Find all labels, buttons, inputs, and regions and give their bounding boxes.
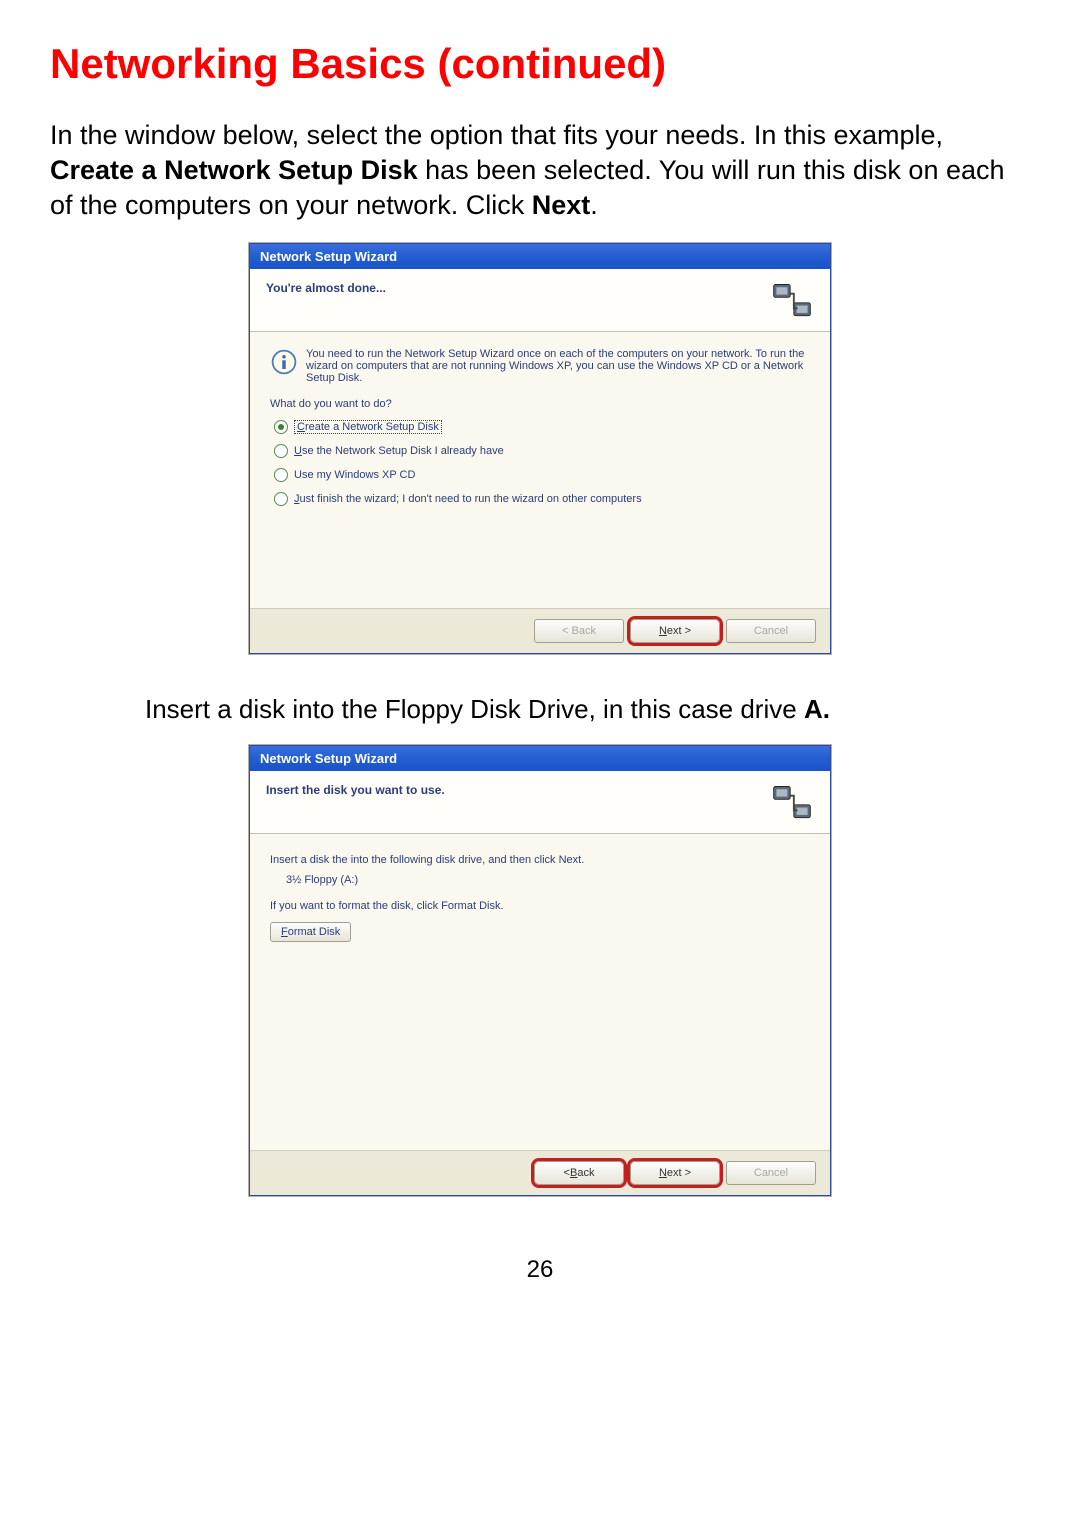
- network-icon: [770, 279, 814, 323]
- radio-label: Use my Windows XP CD: [294, 469, 415, 481]
- intro-bold-1: Create a Network Setup Disk: [50, 155, 418, 185]
- format-disk-button[interactable]: Format Disk: [270, 922, 351, 942]
- cancel-button: Cancel: [726, 619, 816, 643]
- radio-indicator: [274, 444, 288, 458]
- wizard1-header-pane: You're almost done...: [250, 269, 830, 332]
- wizard2-line2: If you want to format the disk, click Fo…: [270, 900, 810, 912]
- next-button[interactable]: Next >: [630, 619, 720, 643]
- wizard1-info-text: You need to run the Network Setup Wizard…: [306, 348, 810, 384]
- radio-option-create-disk[interactable]: Create a Network Setup Disk: [274, 420, 810, 434]
- wizard2-titlebar: Network Setup Wizard: [250, 746, 830, 771]
- wizard-window-1: Network Setup Wizard You're almost done.…: [249, 243, 831, 654]
- wizard-window-2: Network Setup Wizard Insert the disk you…: [249, 745, 831, 1196]
- wizard1-prompt: What do you want to do?: [270, 398, 810, 410]
- radio-label: Just finish the wizard; I don't need to …: [294, 493, 642, 505]
- page-title: Networking Basics (continued): [50, 40, 1030, 88]
- wizard2-header-text: Insert the disk you want to use.: [266, 781, 445, 797]
- wizard2-header-pane: Insert the disk you want to use.: [250, 771, 830, 834]
- info-icon: [270, 348, 298, 376]
- cancel-button: Cancel: [726, 1161, 816, 1185]
- wizard1-header-text: You're almost done...: [266, 279, 386, 295]
- page-number: 26: [50, 1256, 1030, 1284]
- intro-text-end: .: [590, 190, 598, 220]
- radio-label: Create a Network Setup Disk: [294, 420, 442, 434]
- wizard2-body: Insert a disk the into the following dis…: [250, 834, 830, 1150]
- drive-item: 3½ Floppy (A:): [286, 874, 810, 886]
- next-button[interactable]: Next >: [630, 1161, 720, 1185]
- mid-text-bold: A.: [804, 694, 830, 724]
- wizard1-body: You need to run the Network Setup Wizard…: [250, 332, 830, 608]
- wizard1-titlebar: Network Setup Wizard: [250, 244, 830, 269]
- radio-label: Use the Network Setup Disk I already hav…: [294, 445, 504, 457]
- intro-bold-2: Next: [532, 190, 591, 220]
- wizard1-button-row: < Back Next > Cancel: [250, 608, 830, 653]
- network-icon: [770, 781, 814, 825]
- intro-text-pre: In the window below, select the option t…: [50, 120, 943, 150]
- radio-option-use-xp-cd[interactable]: Use my Windows XP CD: [274, 468, 810, 482]
- radio-option-use-existing-disk[interactable]: Use the Network Setup Disk I already hav…: [274, 444, 810, 458]
- wizard2-button-row: < Back Next > Cancel: [250, 1150, 830, 1195]
- radio-indicator: [274, 468, 288, 482]
- radio-indicator: [274, 420, 288, 434]
- mid-text-pre: Insert a disk into the Floppy Disk Drive…: [145, 694, 804, 724]
- wizard2-line1: Insert a disk the into the following dis…: [270, 854, 810, 866]
- back-button: < Back: [534, 619, 624, 643]
- intro-paragraph: In the window below, select the option t…: [50, 118, 1030, 223]
- radio-indicator: [274, 492, 288, 506]
- radio-list: Create a Network Setup Disk Use the Netw…: [274, 420, 810, 506]
- back-button[interactable]: < Back: [534, 1161, 624, 1185]
- mid-instruction: Insert a disk into the Floppy Disk Drive…: [145, 694, 1030, 725]
- radio-option-just-finish[interactable]: Just finish the wizard; I don't need to …: [274, 492, 810, 506]
